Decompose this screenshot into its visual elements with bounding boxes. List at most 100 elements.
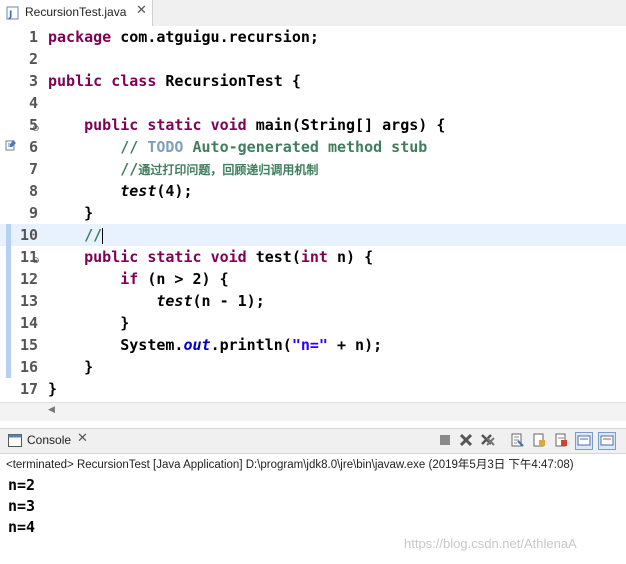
code-line[interactable]: 5 public static void main(String[] args)…: [0, 114, 626, 136]
line-number: 15: [19, 336, 38, 354]
code-editor[interactable]: 1 package com.atguigu.recursion; 2 3 public …: [0, 26, 626, 402]
code-token: int: [300, 248, 328, 266]
code-text[interactable]: public static void main(String[] args) {: [48, 114, 445, 136]
code-token: }: [48, 314, 130, 332]
code-token: test: [120, 182, 157, 200]
watermark-text: https://blog.csdn.net/AthlenaA: [404, 536, 577, 551]
code-line[interactable]: 14 }: [0, 312, 626, 334]
code-text[interactable]: }: [48, 202, 93, 224]
code-text[interactable]: package com.atguigu.recursion;: [48, 26, 319, 48]
code-token: void: [210, 248, 247, 266]
code-token: + n);: [327, 336, 383, 354]
editor-tab-recursiontest[interactable]: J RecursionTest.java ✕: [0, 0, 153, 26]
code-token: //: [120, 138, 148, 156]
code-line[interactable]: 3 public class RecursionTest {: [0, 70, 626, 92]
code-line[interactable]: 4: [0, 92, 626, 114]
fold-collapse-icon[interactable]: ⊖: [32, 256, 40, 266]
code-line[interactable]: 12 if (n > 2) {: [0, 268, 626, 290]
code-line[interactable]: 10 //: [0, 224, 626, 246]
line-number: 7: [28, 160, 38, 178]
code-token: main(String[] args) {: [246, 116, 446, 134]
code-token: .println(: [210, 336, 292, 354]
code-line[interactable]: 9 }: [0, 202, 626, 224]
line-number: 16: [19, 358, 38, 376]
clear-console-icon[interactable]: [509, 432, 525, 448]
code-line[interactable]: 15 System.out.println("n=" + n);: [0, 334, 626, 356]
line-number: 13: [19, 292, 38, 310]
code-line[interactable]: 6 // TODO Auto-generated method stub: [0, 136, 626, 158]
code-text[interactable]: public static void test(int n) {: [48, 246, 373, 268]
scroll-lock-icon[interactable]: [531, 432, 547, 448]
code-token: package: [48, 28, 112, 46]
code-text[interactable]: System.out.println("n=" + n);: [48, 334, 382, 356]
code-line[interactable]: 13 test(n - 1);: [0, 290, 626, 312]
console-launch-description: <terminated> RecursionTest [Java Applica…: [6, 459, 574, 471]
line-number: 9: [28, 204, 38, 222]
console-icon: [8, 434, 22, 447]
code-token: }: [48, 204, 94, 222]
console-tab-label[interactable]: Console: [27, 433, 71, 447]
code-token: static: [147, 116, 202, 134]
code-token: public: [48, 72, 103, 90]
code-line[interactable]: 1 package com.atguigu.recursion;: [0, 26, 626, 48]
code-line[interactable]: 2: [0, 48, 626, 70]
close-icon[interactable]: ✕: [136, 3, 147, 18]
code-token: RecursionTest {: [156, 72, 301, 90]
change-marker: [6, 224, 11, 246]
console-output-line: n=3: [8, 497, 36, 515]
code-token: public: [84, 248, 139, 266]
task-annotation-icon: [5, 140, 16, 151]
code-token: if: [120, 270, 139, 288]
java-file-icon: J: [6, 6, 19, 20]
code-text[interactable]: }: [48, 312, 129, 334]
code-token: 通过打印问题，回顾递归调用机制: [138, 163, 319, 177]
code-token: }: [48, 380, 58, 398]
code-text[interactable]: // TODO Auto-generated method stub: [48, 136, 427, 158]
code-line[interactable]: 7 //通过打印问题，回顾递归调用机制: [0, 158, 626, 180]
code-text[interactable]: //: [48, 224, 104, 246]
code-token: TODO: [147, 138, 184, 156]
code-token: test(: [246, 248, 301, 266]
code-line[interactable]: 11 public static void test(int n) {: [0, 246, 626, 268]
code-token: "n=": [291, 336, 328, 354]
code-text[interactable]: test(4);: [48, 180, 192, 202]
fold-collapse-icon[interactable]: ⊖: [32, 124, 40, 134]
word-wrap-icon[interactable]: [553, 432, 569, 448]
code-token: public: [84, 116, 139, 134]
console-output-line: n=2: [8, 476, 36, 494]
code-line[interactable]: 17}: [0, 378, 626, 400]
code-line[interactable]: 16 }: [0, 356, 626, 378]
horizontal-scrollbar[interactable]: ◀: [0, 402, 626, 421]
code-token: //: [84, 226, 103, 244]
svg-text:J: J: [8, 10, 12, 20]
code-text[interactable]: }: [48, 378, 57, 400]
code-token: Auto-generated method stub: [183, 138, 428, 156]
close-icon[interactable]: ✕: [77, 431, 88, 446]
code-text[interactable]: public class RecursionTest {: [48, 70, 301, 92]
code-text[interactable]: //通过打印问题，回顾递归调用机制: [48, 158, 318, 181]
console-view-bar: Console ✕: [0, 428, 626, 454]
code-text[interactable]: }: [48, 356, 93, 378]
code-text[interactable]: test(n - 1);: [48, 290, 264, 312]
line-number: 8: [28, 182, 38, 200]
remove-launch-icon[interactable]: [458, 432, 474, 448]
code-token: void: [210, 116, 247, 134]
show-on-stdout-icon[interactable]: [575, 432, 593, 450]
show-on-stderr-icon[interactable]: [598, 432, 616, 450]
code-token: System.: [48, 336, 184, 354]
code-line[interactable]: 8 test(4);: [0, 180, 626, 202]
line-number: 10: [19, 226, 38, 244]
terminate-icon[interactable]: [437, 432, 453, 448]
line-number: 1: [28, 28, 38, 46]
remove-all-terminated-icon[interactable]: [480, 432, 496, 448]
code-text[interactable]: if (n > 2) {: [48, 268, 228, 290]
scroll-left-icon[interactable]: ◀: [48, 405, 55, 415]
